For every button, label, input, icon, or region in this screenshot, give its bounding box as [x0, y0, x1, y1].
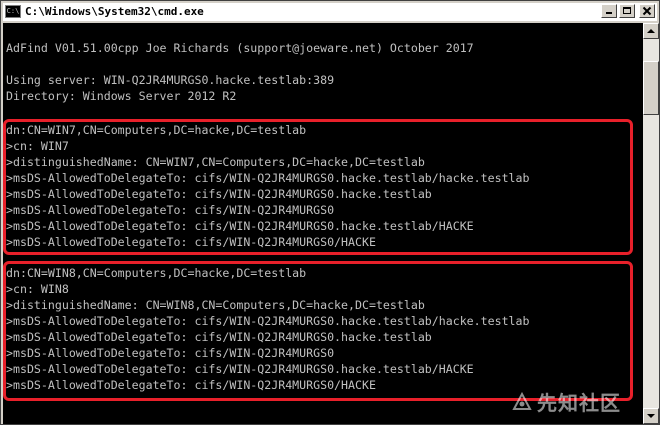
watermark-text: 先知社区 — [537, 391, 621, 415]
window-title: C:\Windows\System32\cmd.exe — [25, 5, 204, 18]
highlight-box-win7 — [3, 119, 633, 255]
window-controls — [601, 4, 655, 18]
console-output[interactable]: AdFind V01.51.00cpp Joe Richards (suppor… — [3, 23, 643, 424]
close-button[interactable] — [639, 4, 655, 18]
scroll-up-button[interactable] — [643, 23, 659, 39]
maximize-icon — [623, 7, 631, 14]
cmd-icon[interactable]: C:\ — [5, 5, 21, 18]
minimize-icon — [606, 12, 612, 14]
arrow-up-icon — [647, 29, 655, 33]
minimize-button[interactable] — [601, 4, 617, 18]
close-icon — [642, 6, 652, 16]
console-line: AdFind V01.51.00cpp Joe Richards (suppor… — [6, 41, 474, 55]
console-line: Using server: WIN-Q2JR4MURGS0.hacke.test… — [6, 73, 335, 87]
xianzhi-logo-icon — [511, 391, 533, 413]
scroll-down-button[interactable] — [643, 408, 659, 424]
arrow-down-icon — [647, 414, 655, 418]
cmd-window: C:\ C:\Windows\System32\cmd.exe AdFind V… — [0, 0, 660, 425]
console-line: Directory: Windows Server 2012 R2 — [6, 89, 237, 103]
highlight-box-win8 — [3, 261, 633, 401]
vertical-scrollbar[interactable] — [643, 23, 659, 424]
title-bar[interactable]: C:\ C:\Windows\System32\cmd.exe — [3, 3, 657, 22]
watermark: 先知社区 — [511, 387, 621, 416]
maximize-button[interactable] — [619, 4, 635, 18]
scroll-thumb[interactable] — [643, 61, 659, 115]
